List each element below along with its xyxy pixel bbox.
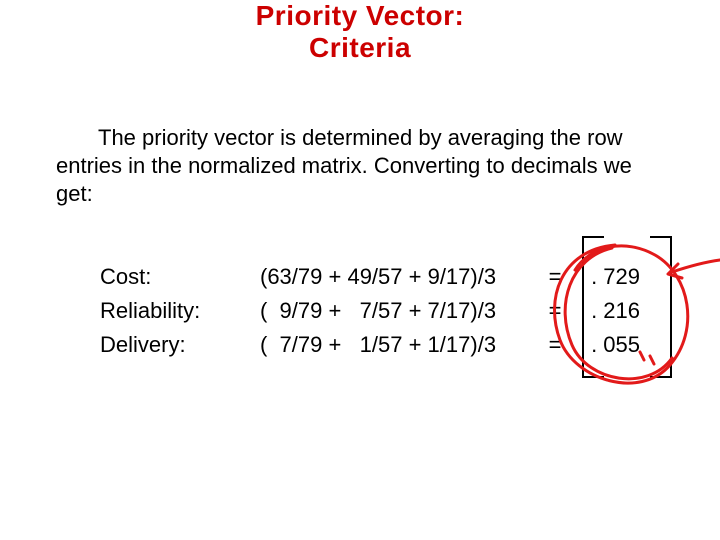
calculation-table: Cost: (63/79 + 49/57 + 9/17)/3 = . 729 R…: [100, 260, 640, 362]
table-row: Cost: (63/79 + 49/57 + 9/17)/3 = . 729: [100, 260, 640, 294]
row-label: Delivery:: [100, 328, 260, 362]
row-expression: (63/79 + 49/57 + 9/17)/3: [260, 260, 540, 294]
matrix-bracket-left: [582, 236, 604, 378]
title-line-2: Criteria: [309, 32, 411, 63]
row-value: . 055: [570, 328, 640, 362]
slide: Priority Vector: Criteria The priority v…: [0, 0, 720, 540]
paragraph-text: The priority vector is determined by ave…: [56, 125, 632, 206]
row-expression: ( 9/79 + 7/57 + 7/17)/3: [260, 294, 540, 328]
row-label: Cost:: [100, 260, 260, 294]
equals-sign: =: [540, 260, 570, 294]
matrix-bracket-right: [650, 236, 672, 378]
row-label: Reliability:: [100, 294, 260, 328]
table-row: Delivery: ( 7/79 + 1/57 + 1/17)/3 = . 05…: [100, 328, 640, 362]
equals-sign: =: [540, 294, 570, 328]
calculation-block: Cost: (63/79 + 49/57 + 9/17)/3 = . 729 R…: [100, 260, 640, 362]
title-line-1: Priority Vector:: [256, 0, 465, 31]
row-value: . 729: [570, 260, 640, 294]
slide-title: Priority Vector: Criteria: [0, 0, 720, 64]
equals-sign: =: [540, 328, 570, 362]
row-expression: ( 7/79 + 1/57 + 1/17)/3: [260, 328, 540, 362]
body-paragraph: The priority vector is determined by ave…: [56, 124, 656, 208]
row-value: . 216: [570, 294, 640, 328]
table-row: Reliability: ( 9/79 + 7/57 + 7/17)/3 = .…: [100, 294, 640, 328]
